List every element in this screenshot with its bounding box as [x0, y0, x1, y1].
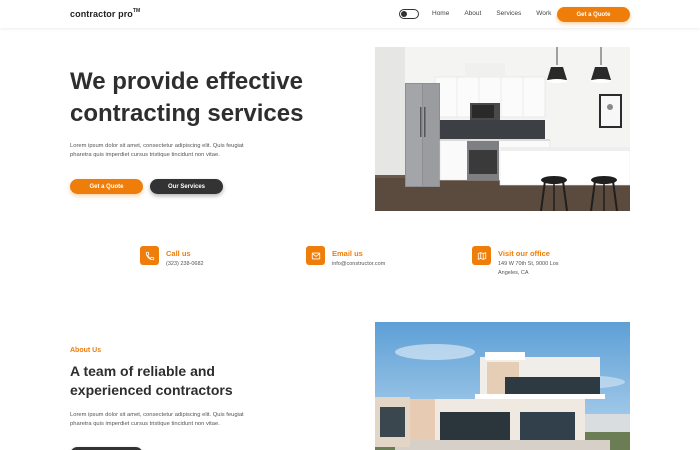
theme-toggle[interactable]	[399, 9, 419, 19]
nav-link-work[interactable]: Work	[536, 10, 551, 17]
nav-link-home[interactable]: Home	[432, 10, 449, 17]
phone-icon	[140, 246, 159, 265]
hero-title-line-1: We provide effective	[70, 68, 303, 95]
nav-link-about[interactable]: About	[464, 10, 481, 17]
contact-phone-number[interactable]: (323) 238-0682	[166, 260, 246, 269]
about-description: Lorem ipsum dolor sit amet, consectetur …	[70, 412, 244, 427]
about-eyebrow: About Us	[70, 347, 102, 354]
house-image	[375, 322, 630, 450]
nav-link-services[interactable]: Services	[496, 10, 521, 17]
contact-office-address: 149 W 70th St, 9000 Los Angeles, CA	[498, 261, 559, 276]
contact-email-address[interactable]: info@constructor.com	[332, 260, 422, 269]
logo-text: contractor pro	[70, 9, 133, 19]
kitchen-hero-image	[375, 47, 630, 211]
contact-office-title: Visit our office	[498, 249, 550, 258]
nav-links: Home About Services Work	[432, 10, 566, 17]
hero-get-quote-button[interactable]: Get a Quote	[70, 179, 143, 194]
toggle-knob	[401, 11, 407, 17]
top-navbar: contractor proTM Home About Services Wor…	[0, 0, 700, 28]
our-services-button[interactable]: Our Services	[150, 179, 223, 194]
contact-call-title: Call us	[166, 249, 191, 258]
map-icon	[472, 246, 491, 265]
about-title: A team of reliable and experienced contr…	[70, 363, 233, 398]
nav-get-quote-button[interactable]: Get a Quote	[557, 7, 630, 22]
contact-email-title: Email us	[332, 249, 363, 258]
hero-title: We provide effective contracting service…	[70, 66, 360, 130]
trademark-mark: TM	[132, 8, 141, 14]
site-logo[interactable]: contractor proTM	[70, 8, 141, 19]
mail-icon	[306, 246, 325, 265]
hero-description: Lorem ipsum dolor sit amet, consectetur …	[70, 143, 244, 158]
hero-title-line-2: contracting services	[70, 100, 304, 127]
